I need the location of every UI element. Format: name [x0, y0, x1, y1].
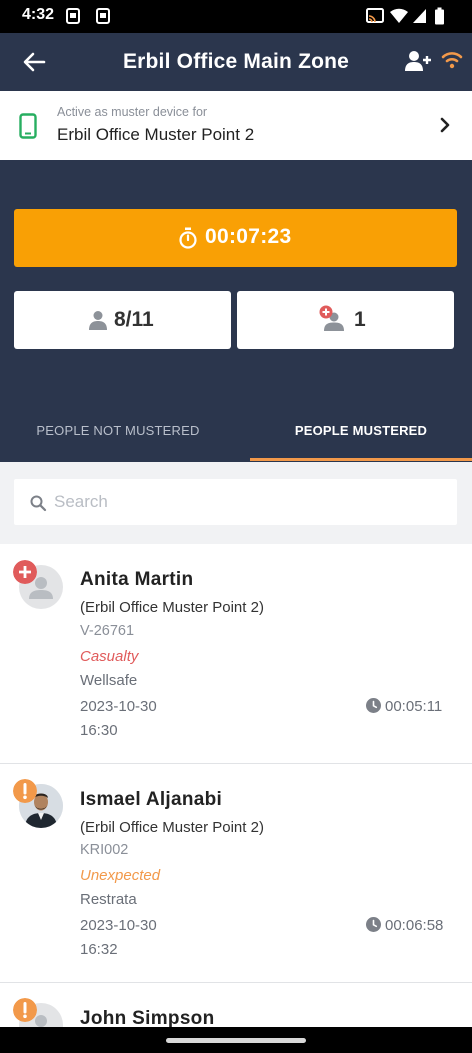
person-company: Wellsafe: [80, 672, 138, 689]
muster-timer-value: 00:07:23: [205, 225, 292, 248]
home-gesture-handle[interactable]: [166, 1038, 306, 1043]
casualty-count-value: 1: [354, 308, 366, 331]
stopwatch-icon: [179, 227, 197, 249]
app-notification-icon: [66, 8, 80, 24]
person-elapsed: 00:06:58: [366, 917, 443, 934]
search-box[interactable]: [14, 479, 457, 525]
elapsed-time: 00:06:58: [385, 917, 444, 934]
device-subtitle: Active as muster device for: [57, 105, 208, 119]
person-muster-point: (Erbil Office Muster Point 2): [80, 819, 264, 836]
cast-icon: [366, 8, 384, 23]
person-company: Restrata: [80, 891, 137, 908]
person-icon: [89, 311, 107, 330]
exclamation-badge-icon: [13, 779, 37, 803]
person-status: Unexpected: [80, 867, 161, 884]
tab-people-not-mustered[interactable]: PEOPLE NOT MUSTERED: [0, 413, 236, 462]
app-header: Erbil Office Main Zone: [0, 33, 472, 91]
casualty-person-icon: [319, 305, 344, 331]
casualty-count-card[interactable]: 1: [237, 291, 454, 349]
status-time: 4:32: [22, 6, 55, 23]
tab-people-mustered[interactable]: PEOPLE MUSTERED: [250, 413, 472, 462]
mustered-time: 16:30: [80, 722, 118, 739]
people-count-card[interactable]: 8/11: [14, 291, 231, 349]
person-mustered-date: 2023-10-30 16:32: [80, 914, 157, 962]
person-name: John Simpson: [80, 1008, 215, 1027]
search-icon: [30, 495, 47, 512]
active-tab-indicator: [250, 458, 472, 461]
search-input[interactable]: [54, 488, 444, 516]
person-name: Ismael Aljanabi: [80, 789, 223, 810]
wifi-icon: [390, 8, 408, 23]
search-area: [0, 462, 472, 544]
person-list-item[interactable]: Anita Martin (Erbil Office Muster Point …: [0, 544, 472, 764]
person-list-item[interactable]: John Simpson: [0, 983, 472, 1027]
page-title: Erbil Office Main Zone: [122, 50, 350, 73]
system-navigation-bar: [0, 1027, 472, 1053]
casualty-badge-icon: [13, 560, 37, 584]
status-bar: 4:32: [0, 0, 472, 33]
person-status: Casualty: [80, 648, 139, 665]
mobile-phone-icon: [19, 113, 37, 139]
muster-timer-button[interactable]: 00:07:23: [14, 209, 457, 267]
app-notification-icon: [96, 8, 110, 24]
signal-icon: [413, 9, 426, 23]
person-muster-point: (Erbil Office Muster Point 2): [80, 599, 264, 616]
wifi-icon: [441, 52, 463, 69]
add-user-icon[interactable]: [404, 49, 432, 73]
elapsed-time: 00:05:11: [385, 698, 443, 715]
person-elapsed: 00:05:11: [366, 698, 442, 715]
battery-icon: [435, 7, 444, 25]
person-code: KRI002: [80, 842, 129, 858]
muster-summary-panel: 00:07:23 8/11 1 PEOPLE NOT MUSTERED PEOP…: [0, 160, 472, 462]
person-code: V-26761: [80, 623, 135, 639]
device-name: Erbil Office Muster Point 2: [57, 125, 255, 144]
people-count-value: 8/11: [114, 308, 154, 331]
clock-icon: [366, 698, 381, 713]
mustered-date: 2023-10-30: [80, 917, 157, 934]
arrow-left-icon[interactable]: [20, 48, 48, 76]
person-mustered-date: 2023-10-30 16:30: [80, 695, 157, 743]
exclamation-badge-icon: [13, 998, 37, 1022]
mustered-date: 2023-10-30: [80, 698, 157, 715]
person-list-item[interactable]: Ismael Aljanabi (Erbil Office Muster Poi…: [0, 764, 472, 983]
clock-icon: [366, 917, 381, 932]
chevron-right-icon: [440, 117, 450, 133]
mustered-time: 16:32: [80, 941, 118, 958]
muster-device-row[interactable]: Active as muster device for Erbil Office…: [0, 91, 472, 160]
person-name: Anita Martin: [80, 569, 194, 590]
